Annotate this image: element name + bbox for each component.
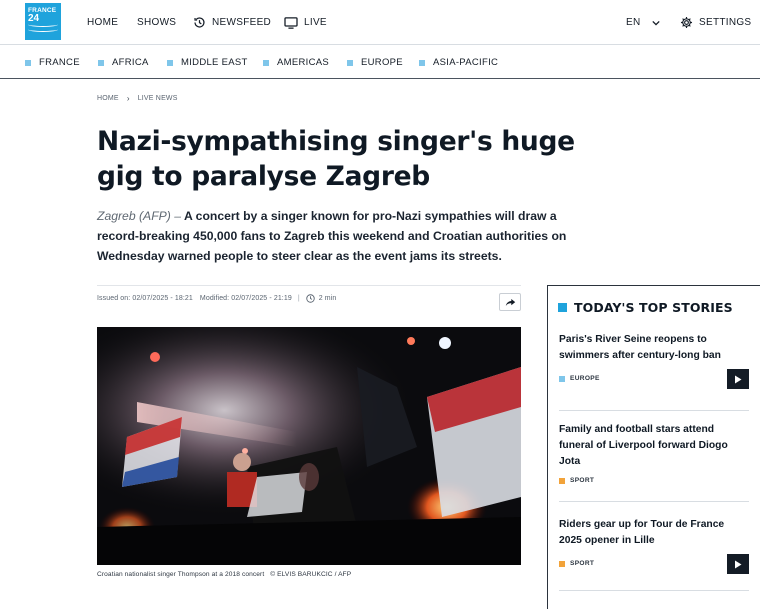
- caption-text: Croatian nationalist singer Thompson at …: [97, 571, 265, 578]
- story-item[interactable]: Riders gear up for Tour de France 2025 o…: [559, 517, 751, 579]
- story-title[interactable]: Riders gear up for Tour de France 2025 o…: [559, 517, 739, 549]
- title-marker: [558, 303, 567, 312]
- breadcrumb-live-news[interactable]: LIVE NEWS: [138, 95, 178, 102]
- top-stories-sidebar: TODAY'S TOP STORIES Paris's River Seine …: [547, 285, 760, 609]
- meta-divider: [97, 285, 521, 286]
- nav-live[interactable]: LIVE: [284, 0, 327, 45]
- article-lead: Zagreb (AFP) – A concert by a singer kno…: [97, 206, 567, 266]
- tag-marker: [559, 560, 565, 567]
- region-marker: [419, 59, 425, 66]
- issued-date: Issued on: 02/07/2025 - 18:21: [97, 295, 193, 302]
- story-title[interactable]: Family and football stars attend funeral…: [559, 422, 739, 470]
- region-africa[interactable]: AFRICA: [98, 46, 149, 79]
- tv-icon: [284, 16, 298, 29]
- chevron-right-icon: ›: [126, 94, 130, 103]
- video-play-button[interactable]: [727, 554, 749, 574]
- breadcrumb: HOME › LIVE NEWS: [97, 94, 178, 103]
- region-france[interactable]: FRANCE: [25, 46, 80, 79]
- region-nav: FRANCE AFRICA MIDDLE EAST AMERICAS EUROP…: [0, 46, 760, 79]
- region-middle-east[interactable]: MIDDLE EAST: [167, 46, 248, 79]
- region-americas[interactable]: AMERICAS: [263, 46, 329, 79]
- image-caption: Croatian nationalist singer Thompson at …: [97, 571, 351, 578]
- history-icon: [194, 17, 205, 28]
- region-asia-pacific[interactable]: ASIA-PACIFIC: [419, 46, 498, 79]
- story-divider: [559, 410, 749, 411]
- story-title[interactable]: Paris's River Seine reopens to swimmers …: [559, 332, 739, 364]
- france24-logo[interactable]: FRANCE 24: [25, 3, 61, 40]
- nav-home[interactable]: HOME: [87, 0, 118, 45]
- article-image[interactable]: [97, 327, 521, 565]
- story-tag[interactable]: SPORT: [559, 560, 594, 567]
- share-button[interactable]: [499, 293, 521, 311]
- breadcrumb-home[interactable]: HOME: [97, 95, 119, 102]
- story-tag[interactable]: SPORT: [559, 477, 594, 484]
- clock-icon: [306, 294, 315, 303]
- region-marker: [167, 59, 173, 66]
- top-stories-title: TODAY'S TOP STORIES: [558, 300, 733, 315]
- story-divider: [559, 501, 749, 502]
- top-header: FRANCE 24 HOME SHOWS NEWSFEED LIVE EN SE…: [0, 0, 760, 45]
- tag-marker: [559, 375, 565, 382]
- tag-marker: [559, 477, 565, 484]
- meta-separator: |: [297, 295, 300, 302]
- region-europe[interactable]: EUROPE: [347, 46, 403, 79]
- article-dateline: Zagreb (AFP) –: [97, 209, 181, 223]
- nav-shows[interactable]: SHOWS: [137, 0, 176, 45]
- region-marker: [25, 59, 31, 66]
- article-meta: Issued on: 02/07/2025 - 18:21 Modified: …: [97, 294, 336, 303]
- region-marker: [263, 59, 269, 66]
- caption-credit: © ELVIS BARUKCIC / AFP: [270, 571, 352, 578]
- language-selector[interactable]: EN: [626, 0, 666, 45]
- read-time: 2 min: [318, 295, 337, 302]
- chevron-down-icon: [651, 20, 660, 26]
- region-marker: [98, 59, 104, 66]
- gear-icon: [680, 16, 693, 29]
- play-icon: [735, 560, 742, 568]
- modified-date: Modified: 02/07/2025 - 21:19: [199, 295, 292, 302]
- nav-newsfeed[interactable]: NEWSFEED: [193, 0, 271, 45]
- share-icon: [505, 298, 515, 306]
- story-item[interactable]: Family and football stars attend funeral…: [559, 422, 751, 488]
- play-icon: [735, 375, 742, 383]
- story-tag[interactable]: EUROPE: [559, 375, 600, 382]
- settings-button[interactable]: SETTINGS: [680, 0, 751, 45]
- concert-photo: [97, 327, 521, 565]
- story-divider: [559, 590, 749, 591]
- region-marker: [347, 59, 353, 66]
- video-play-button[interactable]: [727, 369, 749, 389]
- logo-wave: [28, 27, 58, 32]
- article-headline: Nazi-sympathising singer's huge gig to p…: [97, 126, 575, 192]
- story-item[interactable]: Paris's River Seine reopens to swimmers …: [559, 332, 751, 394]
